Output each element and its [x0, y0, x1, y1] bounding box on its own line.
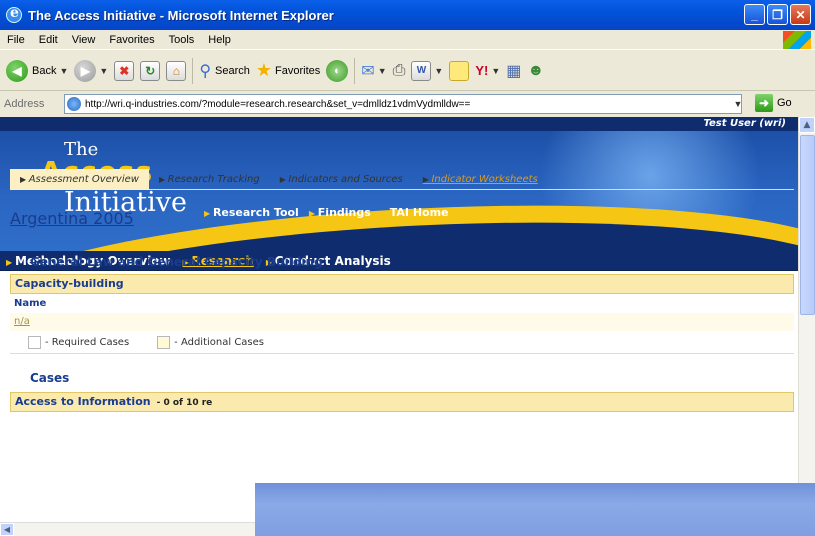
scroll-up-icon[interactable]: ▲ — [799, 117, 815, 133]
messenger-icon[interactable]: ☻ — [527, 62, 544, 80]
section-title: General Law and General Capacity Buildin… — [30, 255, 323, 269]
window-title: The Access Initiative - Microsoft Intern… — [28, 7, 334, 23]
additional-swatch — [157, 336, 171, 349]
menu-edit[interactable]: Edit — [39, 34, 58, 46]
back-dropdown-icon[interactable]: ▼ — [59, 66, 68, 76]
link-research-tool[interactable]: Research Tool — [204, 206, 299, 219]
address-dropdown-icon[interactable]: ▼ — [731, 95, 745, 113]
table-row: n/a — [10, 313, 794, 331]
scroll-left-icon[interactable]: ◀ — [0, 523, 14, 536]
link-tai-home[interactable]: TAI Home — [381, 206, 449, 219]
edit-dropdown-icon[interactable]: ▼ — [434, 66, 443, 76]
title-bar: The Access Initiative - Microsoft Intern… — [0, 0, 815, 30]
link-findings[interactable]: Findings — [309, 206, 371, 219]
star-icon: ★ — [255, 60, 273, 80]
menu-help[interactable]: Help — [208, 34, 231, 46]
go-arrow-icon: ➜ — [755, 94, 773, 112]
search-label: Search — [215, 64, 250, 77]
page-icon — [67, 97, 81, 111]
research-icon[interactable]: ▦ — [506, 61, 521, 81]
menu-favorites[interactable]: Favorites — [109, 34, 154, 46]
forward-dropdown-icon[interactable]: ▼ — [99, 66, 108, 76]
mail-dropdown-icon[interactable]: ▼ — [378, 66, 387, 76]
search-icon: ⚲ — [199, 62, 212, 80]
minimize-button[interactable]: _ — [744, 4, 765, 25]
windows-logo-icon — [783, 31, 811, 49]
site-banner: The Access Initiative Research Tool Find… — [0, 131, 798, 251]
cases-row-label: Access to Information — [15, 395, 151, 408]
sub-tabs: Assessment Overview Research Tracking In… — [10, 168, 794, 190]
browser-window: The Access Initiative - Microsoft Intern… — [0, 0, 815, 536]
legend: - Required Cases - Additional Cases — [28, 336, 264, 349]
cases-count: - 0 of 10 re — [156, 398, 213, 408]
menu-file[interactable]: File — [7, 34, 25, 46]
ie-logo-icon — [6, 5, 22, 23]
legend-additional: - Additional Cases — [174, 337, 265, 348]
close-button[interactable]: ✕ — [790, 4, 811, 25]
capacity-header: Capacity-building — [10, 274, 794, 294]
address-bar: Address http://wri.q-industries.com/?mod… — [0, 92, 815, 116]
legend-required: - Required Cases — [45, 337, 130, 348]
scroll-thumb[interactable] — [800, 135, 815, 315]
yahoo-dropdown-icon[interactable]: ▼ — [491, 66, 500, 76]
media-icon[interactable]: ◐ — [326, 59, 349, 82]
back-arrow-icon: ◀ — [6, 59, 28, 82]
forward-button[interactable]: ▶ ▼ — [74, 59, 108, 82]
stop-icon[interactable]: ✖ — [114, 60, 135, 81]
cases-title: Cases — [30, 371, 70, 385]
favorites-label: Favorites — [275, 64, 321, 77]
back-button[interactable]: ◀ Back ▼ — [6, 59, 68, 82]
mail-icon[interactable]: ✉ — [361, 61, 374, 81]
go-button[interactable]: ➜ Go — [755, 94, 792, 112]
home-icon[interactable]: ⌂ — [166, 60, 187, 81]
vertical-scrollbar[interactable]: ▲ — [798, 117, 815, 536]
refresh-icon[interactable]: ↻ — [140, 60, 161, 81]
address-input[interactable]: http://wri.q-industries.com/?module=rese… — [64, 94, 742, 114]
tab-research-tracking[interactable]: Research Tracking — [149, 169, 270, 190]
required-swatch — [28, 336, 41, 349]
name-value-link[interactable]: n/a — [14, 316, 30, 327]
menu-bar: File Edit View Favorites Tools Help — [0, 30, 815, 50]
note-icon[interactable] — [449, 60, 470, 81]
address-label: Address — [4, 98, 45, 110]
yahoo-icon[interactable]: Y! — [475, 63, 488, 78]
horizontal-scrollbar[interactable]: ◀ — [0, 522, 255, 536]
forward-arrow-icon: ▶ — [74, 59, 97, 82]
search-button[interactable]: ⚲ Search — [199, 61, 250, 81]
overlay-window — [255, 483, 815, 536]
toolbar: ◀ Back ▼ ▶ ▼ ✖ ↻ ⌂ ⚲ Search ★ Favorites … — [0, 51, 815, 91]
maximize-button[interactable]: ❐ — [767, 4, 788, 25]
print-icon[interactable]: ⎙ — [393, 62, 406, 80]
back-label: Back — [32, 64, 57, 77]
address-url: http://wri.q-industries.com/?module=rese… — [85, 98, 471, 110]
menu-tools[interactable]: Tools — [169, 34, 195, 46]
user-bar: Test User (wri) — [0, 117, 798, 131]
go-label: Go — [777, 97, 792, 109]
cases-row: Access to Information - 0 of 10 re — [10, 392, 794, 412]
menu-view[interactable]: View — [72, 34, 96, 46]
page-title[interactable]: Argentina 2005 — [10, 209, 134, 228]
banner-links: Research Tool Findings TAI Home — [204, 206, 449, 219]
tab-indicator-worksheets[interactable]: Indicator Worksheets — [413, 169, 548, 190]
tab-indicators-and-sources[interactable]: Indicators and Sources — [270, 169, 413, 190]
favorites-button[interactable]: ★ Favorites — [256, 60, 320, 81]
name-column-header: Name — [14, 298, 47, 309]
tab-assessment-overview[interactable]: Assessment Overview — [10, 168, 149, 190]
word-icon[interactable]: W — [411, 60, 432, 81]
